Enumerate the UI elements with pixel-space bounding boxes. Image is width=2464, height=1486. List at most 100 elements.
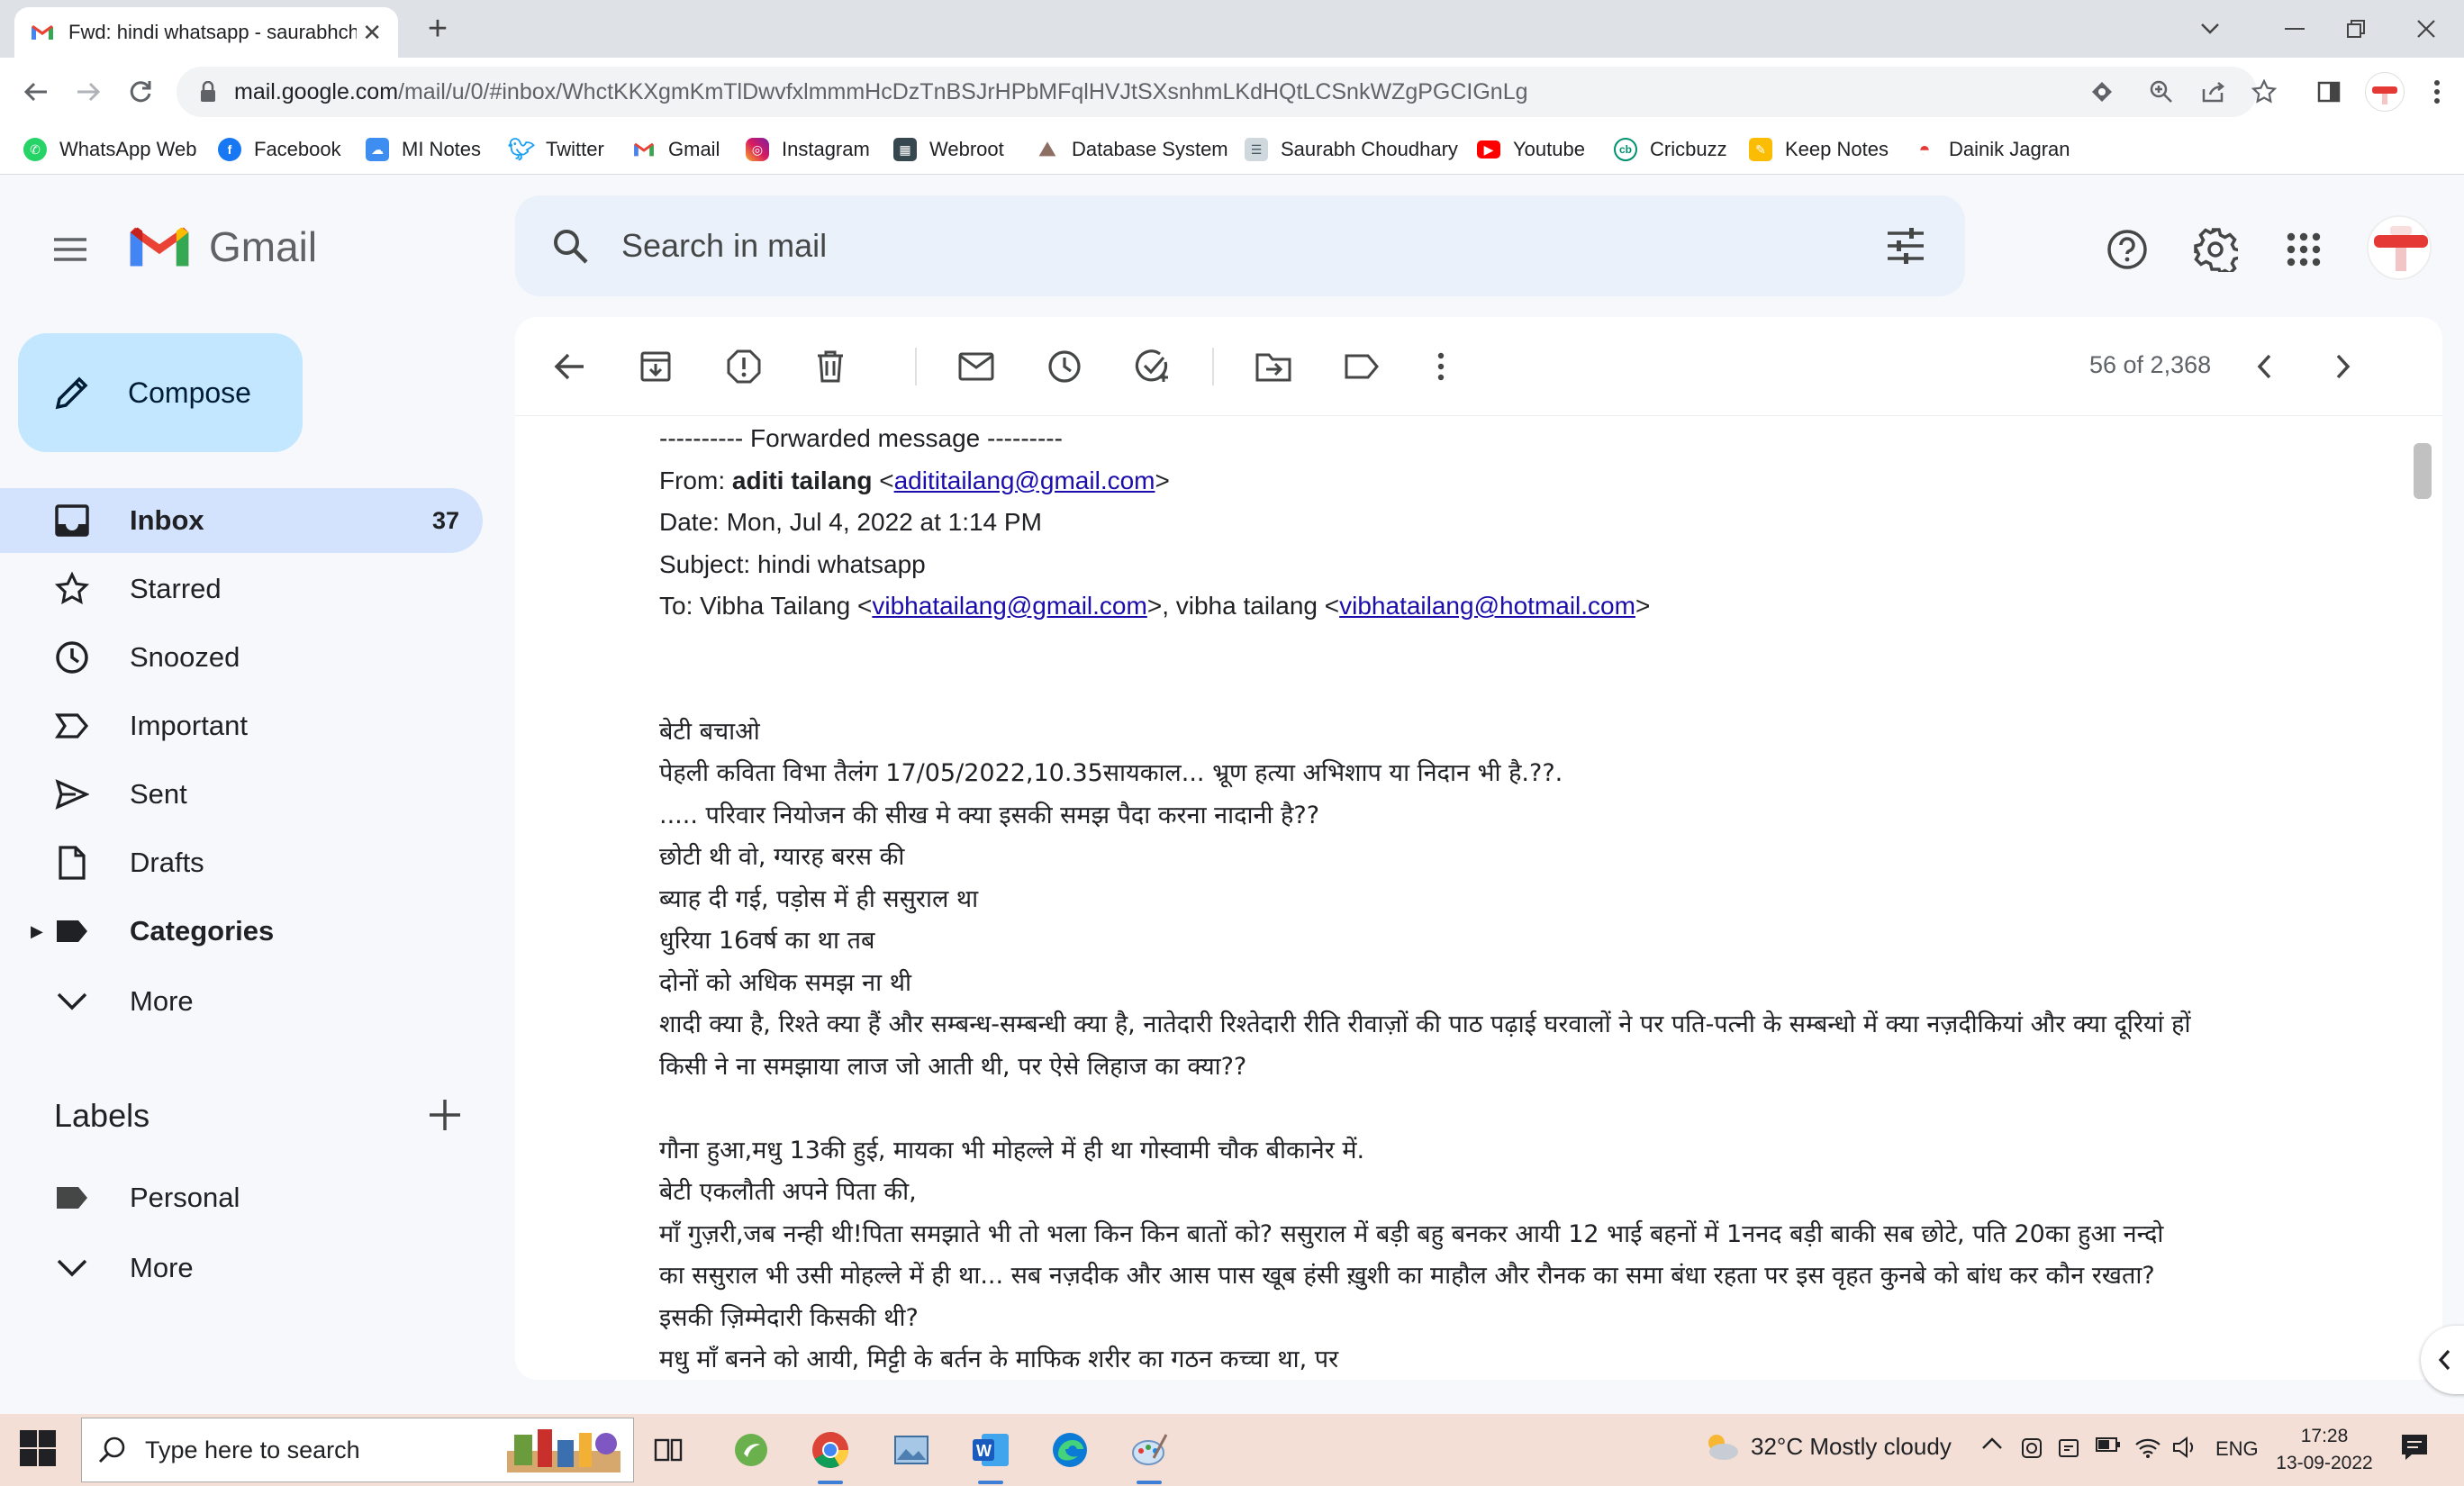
label-name: More [130, 1252, 194, 1283]
mark-unread-envelope-icon[interactable] [956, 347, 996, 386]
bookmark-twitter[interactable]: 🐦︎ Twitter [508, 133, 604, 166]
settings-gear-icon[interactable] [2190, 224, 2241, 275]
tab-search-icon[interactable] [2190, 9, 2230, 49]
tab-close-icon[interactable]: ✕ [362, 19, 382, 47]
bookmark-cricbuzz[interactable]: cb Cricbuzz [1614, 133, 1727, 166]
taskbar-clock[interactable]: 17:28 13-09-2022 [2275, 1423, 2374, 1477]
nav-item-drafts[interactable]: Drafts [0, 830, 483, 895]
expand-arrow-icon[interactable]: ▶ [31, 922, 43, 941]
bookmark-whatsapp[interactable]: ✆ WhatsApp Web [23, 133, 196, 166]
zoom-icon[interactable] [2145, 76, 2178, 108]
delete-trash-icon[interactable] [811, 347, 850, 386]
nav-item-categories[interactable]: ▶ Categories [0, 899, 483, 964]
bookmark-instagram[interactable]: ◎ Instagram [746, 133, 870, 166]
notification-icon[interactable] [2399, 1432, 2430, 1463]
windows-start-icon[interactable] [18, 1428, 61, 1472]
more-options-vertical-icon[interactable] [1421, 347, 1461, 386]
nav-label: Sent [130, 778, 187, 810]
language-indicator[interactable]: ENG [2215, 1437, 2259, 1461]
bookmark-label: WhatsApp Web [59, 138, 197, 160]
account-avatar[interactable] [2367, 215, 2432, 280]
chrome-icon[interactable] [807, 1427, 854, 1484]
volume-icon[interactable] [2172, 1436, 2197, 1459]
label-item-more[interactable]: More [0, 1236, 483, 1300]
gmail-logo[interactable]: Gmail [128, 215, 317, 278]
archive-icon[interactable] [636, 347, 675, 386]
onedrive-icon[interactable] [2019, 1436, 2044, 1461]
recipient-email-link[interactable]: vibhatailang@gmail.com [872, 592, 1146, 620]
add-label-plus-icon[interactable] [427, 1097, 467, 1137]
weather-widget[interactable]: 32°C Mostly cloudy [1702, 1432, 1952, 1461]
report-spam-icon[interactable] [724, 347, 764, 386]
edge-icon[interactable] [1046, 1427, 1093, 1473]
word-icon[interactable]: W [967, 1427, 1014, 1484]
help-icon[interactable] [2102, 224, 2152, 275]
nav-item-sent[interactable]: Sent [0, 762, 483, 827]
forward-arrow-icon[interactable] [68, 72, 108, 112]
email-text-line: मधु माँ बनने को आयी, मिट्टी के बर्तन के … [659, 1346, 1339, 1373]
label-icon[interactable] [1342, 347, 1381, 386]
search-bar[interactable]: Search in mail [515, 195, 1965, 296]
photos-app-icon[interactable] [888, 1427, 935, 1473]
add-task-icon[interactable] [1133, 347, 1173, 386]
tray-chevron-up-icon[interactable] [1981, 1436, 2003, 1450]
nav-item-inbox[interactable]: Inbox 37 [0, 488, 483, 553]
email-text-line: ..... परिवार नियोजन की सीख मे क्या इसकी … [659, 801, 1320, 829]
battery-icon[interactable] [2095, 1436, 2122, 1454]
apps-grid-icon[interactable] [2278, 224, 2329, 275]
extension-icon[interactable] [2086, 76, 2118, 108]
nav-item-starred[interactable]: Starred [0, 557, 483, 621]
browser-tab[interactable]: Fwd: hindi whatsapp - saurabhch ✕ [14, 7, 398, 58]
previous-chevron-icon[interactable] [2244, 347, 2284, 386]
new-tab-button[interactable]: + [420, 11, 456, 47]
move-to-folder-icon[interactable] [1254, 347, 1293, 386]
bookmark-saurabh-choudhary[interactable]: ☰ Saurabh Choudhary [1245, 133, 1458, 166]
next-chevron-icon[interactable] [2324, 347, 2363, 386]
bookmark-facebook[interactable]: f Facebook [218, 133, 341, 166]
scrollbar-thumb[interactable] [2414, 443, 2432, 499]
main-menu-icon[interactable] [50, 230, 90, 269]
close-window-icon[interactable] [2406, 9, 2446, 49]
snooze-clock-icon[interactable] [1045, 347, 1084, 386]
compose-button[interactable]: Compose [18, 333, 303, 452]
url-input[interactable]: mail.google.com/mail/u/0/#inbox/WhctKKXg… [177, 67, 2257, 117]
share-icon[interactable] [2197, 76, 2230, 108]
task-view-icon[interactable] [645, 1427, 692, 1473]
bookmark-webroot[interactable]: ▦ Webroot [893, 133, 1004, 166]
meet-now-icon[interactable] [2057, 1436, 2082, 1461]
search-input[interactable]: Search in mail [621, 227, 827, 265]
green-app-icon[interactable] [728, 1427, 775, 1473]
bookmark-gmail[interactable]: Gmail [632, 133, 720, 166]
chevron-down-icon [54, 1250, 90, 1286]
label-item-personal[interactable]: Personal [0, 1165, 483, 1230]
search-icon[interactable] [551, 227, 589, 265]
facebook-icon: f [218, 138, 241, 161]
taskbar-search-input[interactable]: Type here to search [145, 1436, 360, 1464]
back-arrow-icon[interactable] [16, 72, 56, 112]
paint-icon[interactable] [1126, 1427, 1173, 1484]
back-to-inbox-arrow-icon[interactable] [549, 347, 589, 386]
profile-avatar-icon[interactable] [2365, 72, 2405, 112]
nav-item-more[interactable]: More [0, 969, 483, 1034]
forward-header-line: ---------- Forwarded message --------- [659, 424, 1063, 452]
browser-menu-icon[interactable] [2421, 76, 2453, 108]
bookmark-star-icon[interactable] [2248, 76, 2280, 108]
search-options-icon[interactable] [1886, 228, 1925, 264]
side-panel-icon[interactable] [2313, 76, 2345, 108]
wifi-icon[interactable] [2134, 1436, 2161, 1459]
sender-email-link[interactable]: adititailang@gmail.com [894, 467, 1155, 494]
recipient-email-link[interactable]: vibhatailang@hotmail.com [1339, 592, 1635, 620]
reload-icon[interactable] [121, 72, 160, 112]
minimize-icon[interactable] [2275, 9, 2315, 49]
bookmark-mi-notes[interactable]: ☁ MI Notes [366, 133, 481, 166]
nav-item-snoozed[interactable]: Snoozed [0, 625, 483, 690]
bookmark-keep-notes[interactable]: ✎ Keep Notes [1749, 133, 1889, 166]
bookmark-youtube[interactable]: ▶ Youtube [1477, 133, 1585, 166]
bookmark-dainik-jagran[interactable]: ◓ Dainik Jagran [1913, 133, 2070, 166]
nav-item-important[interactable]: Important [0, 693, 483, 758]
restore-icon[interactable] [2336, 9, 2376, 49]
label-tag-icon [54, 913, 90, 949]
lock-icon[interactable] [195, 81, 222, 103]
taskbar-search-box[interactable]: Type here to search [81, 1418, 634, 1482]
bookmark-database-system[interactable]: ⛰ Database System [1036, 133, 1228, 166]
